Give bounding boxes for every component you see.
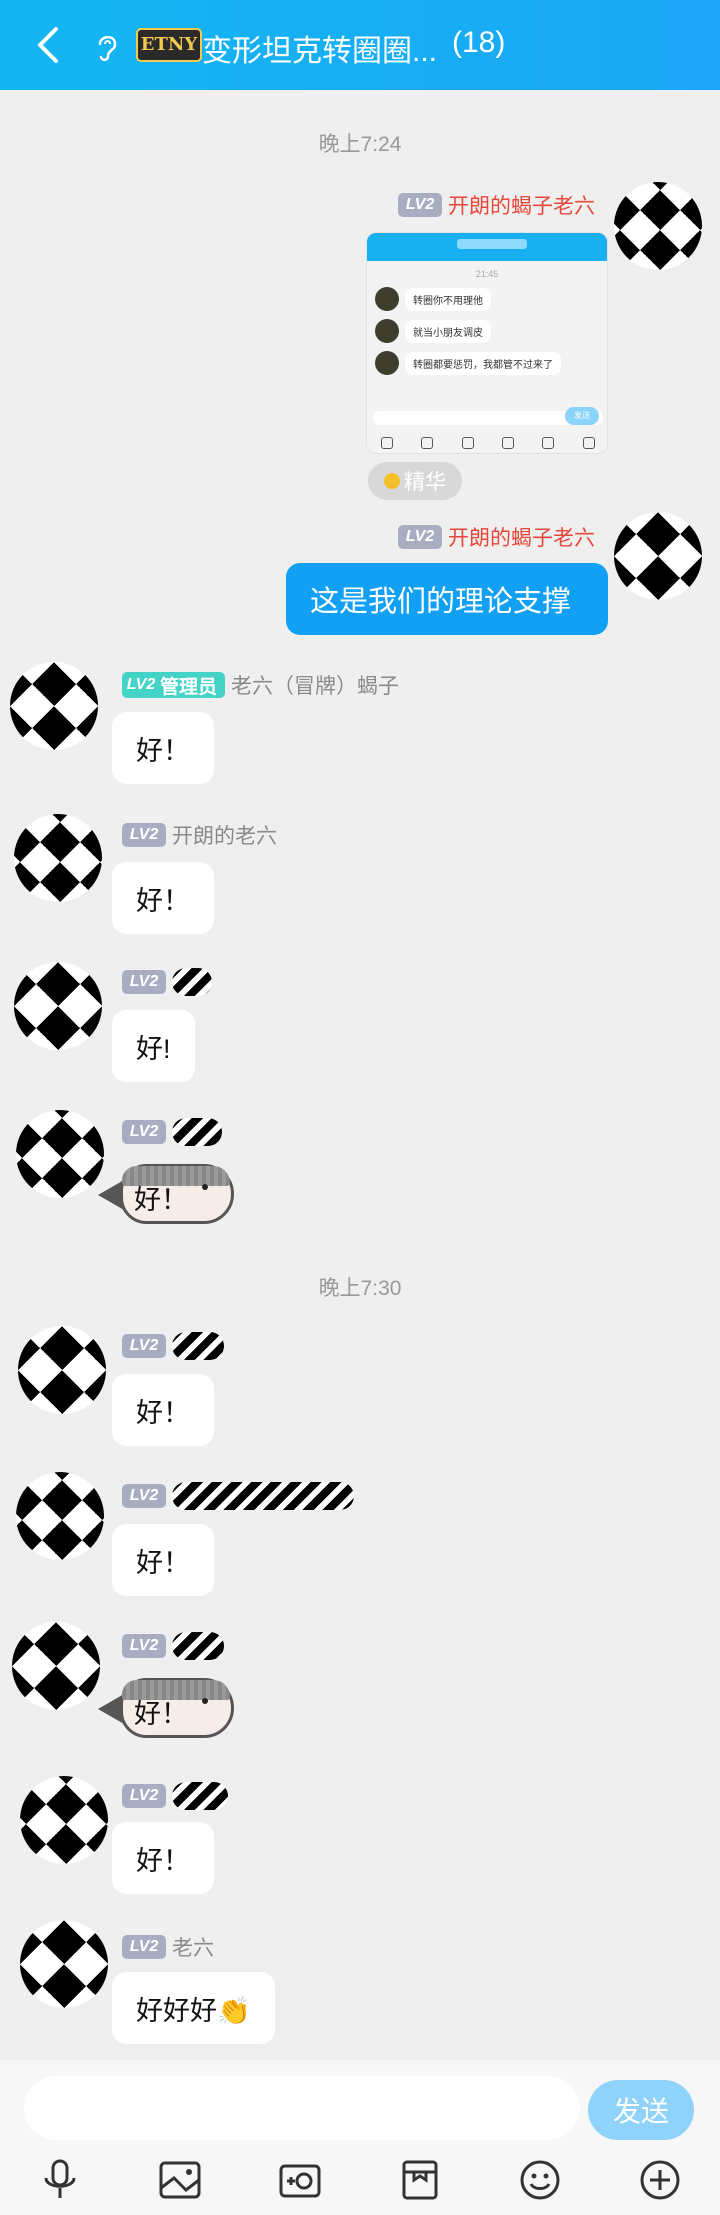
- level-badge: LV2: [398, 193, 442, 217]
- featured-tag[interactable]: 精华: [368, 462, 462, 500]
- admin-tag: LV2 管理员: [122, 672, 226, 698]
- emoji-icon[interactable]: [516, 2156, 564, 2204]
- back-button[interactable]: [0, 0, 96, 90]
- preview-send: 发送: [565, 407, 599, 425]
- sticker-message[interactable]: 好！: [98, 1678, 234, 1740]
- avatar[interactable]: [16, 1110, 104, 1198]
- message-bubble[interactable]: 好！: [112, 1374, 214, 1446]
- input-toolbar: [0, 2156, 720, 2212]
- featured-label: 精华: [404, 471, 446, 494]
- sender-line: LV2: [122, 968, 212, 996]
- message-bubble[interactable]: 好!: [112, 1010, 195, 1082]
- level-badge: LV2: [122, 1484, 166, 1508]
- level-badge: LV2: [122, 1784, 166, 1808]
- level-badge: LV2: [122, 1935, 166, 1959]
- level-badge: LV2: [122, 823, 166, 847]
- avatar[interactable]: [20, 1776, 108, 1864]
- avatar[interactable]: [20, 1920, 108, 2008]
- avatar[interactable]: [614, 512, 702, 600]
- avatar[interactable]: [12, 1622, 100, 1710]
- avatar[interactable]: [614, 182, 702, 270]
- featured-icon: [384, 473, 400, 489]
- preview-row: 转圈都要惩罚，我都管不过来了: [375, 351, 607, 375]
- mic-icon[interactable]: [36, 2156, 84, 2204]
- avatar[interactable]: [18, 1326, 106, 1414]
- avatar[interactable]: [14, 962, 102, 1050]
- avatar[interactable]: [14, 814, 102, 902]
- message-bubble[interactable]: 好！: [112, 862, 214, 934]
- time-divider: 晚上7:24: [318, 133, 402, 156]
- sender-line: LV2 开朗的老六: [122, 820, 277, 850]
- avatar[interactable]: [16, 1472, 104, 1560]
- sender-line: LV2 开朗的蝎子老六: [398, 190, 595, 220]
- sender-line: LV2: [122, 1782, 228, 1810]
- group-title[interactable]: 变形坦克转圈圈...: [202, 26, 437, 70]
- sender-name-redacted[interactable]: [172, 1482, 354, 1510]
- plus-icon[interactable]: [636, 2156, 684, 2204]
- sender-name-redacted[interactable]: [172, 1332, 224, 1360]
- sticker-text: 好！: [134, 1185, 188, 1215]
- sticker-text: 好！: [134, 1699, 188, 1729]
- sender-line: LV2: [122, 1482, 354, 1510]
- sender-line: LV2 开朗的蝎子老六: [398, 522, 595, 552]
- level-badge: LV2: [122, 1634, 166, 1658]
- message-bubble[interactable]: 这是我们的理论支撑: [286, 563, 608, 635]
- preview-time: 21:45: [475, 269, 499, 279]
- ear-icon[interactable]: [92, 30, 122, 64]
- sender-name[interactable]: 老六（冒牌）蝎子: [231, 670, 399, 700]
- sender-line: LV2 老六: [122, 1932, 214, 1962]
- message-bubble[interactable]: 好好好👏: [112, 1972, 275, 2044]
- group-badge: ETNY: [136, 28, 202, 62]
- message-input[interactable]: [24, 2076, 580, 2140]
- sender-name[interactable]: 开朗的老六: [172, 820, 277, 850]
- send-button[interactable]: 发送: [588, 2080, 694, 2140]
- sender-name-redacted[interactable]: [172, 1632, 224, 1660]
- preview-header: [367, 233, 607, 261]
- time-divider: 晚上7:30: [318, 1277, 402, 1300]
- sender-line: LV2: [122, 1632, 224, 1660]
- sender-line: LV2: [122, 1118, 222, 1146]
- image-icon[interactable]: [156, 2156, 204, 2204]
- sender-name[interactable]: 开朗的蝎子老六: [448, 522, 595, 552]
- sender-name-redacted[interactable]: [172, 1782, 228, 1810]
- composer: 发送: [0, 2060, 720, 2215]
- message-bubble[interactable]: 好！: [112, 1524, 214, 1596]
- level-badge: LV2: [122, 1120, 166, 1144]
- preview-row: 转圈你不用理他: [375, 287, 607, 311]
- sender-name[interactable]: 开朗的蝎子老六: [448, 190, 595, 220]
- level-badge: LV2: [122, 1334, 166, 1358]
- preview-toolbar: [367, 437, 607, 449]
- sticker-message[interactable]: 好！: [98, 1164, 234, 1226]
- avatar[interactable]: [10, 662, 98, 750]
- camera-icon[interactable]: [276, 2156, 324, 2204]
- sender-name-redacted[interactable]: [172, 968, 212, 996]
- sender-name[interactable]: 老六: [172, 1932, 214, 1962]
- sender-line: LV2: [122, 1332, 224, 1360]
- screenshot-preview[interactable]: 21:45 转圈你不用理他 就当小朋友调皮 转圈都要惩罚，我都管不过来了 发送: [366, 232, 608, 454]
- file-icon[interactable]: [396, 2156, 444, 2204]
- level-badge: LV2: [122, 970, 166, 994]
- message-bubble[interactable]: 好！: [112, 1822, 214, 1894]
- sender-name-redacted[interactable]: [172, 1118, 222, 1146]
- level-badge: LV2: [126, 676, 156, 693]
- back-icon: [38, 27, 58, 63]
- sender-line: LV2 管理员 老六（冒牌）蝎子: [122, 670, 399, 700]
- level-badge: LV2: [398, 525, 442, 549]
- role-label: 管理员: [160, 676, 218, 698]
- message-bubble[interactable]: 好！: [112, 712, 214, 784]
- member-count: (18): [452, 26, 506, 59]
- chat-header: ETNY 变形坦克转圈圈... (18): [0, 0, 720, 90]
- preview-row: 就当小朋友调皮: [375, 319, 607, 343]
